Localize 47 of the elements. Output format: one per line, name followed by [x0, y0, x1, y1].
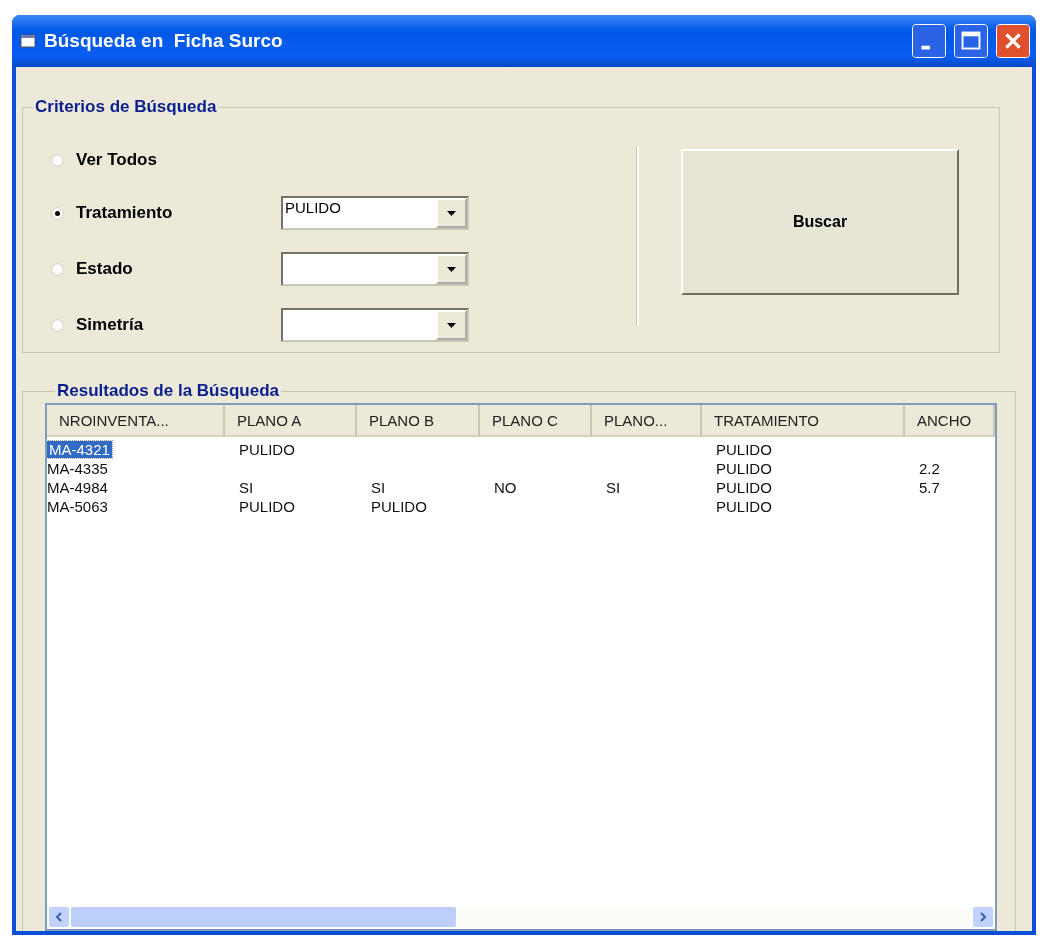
table-cell: NO [494, 479, 517, 496]
option-label: Estado [76, 259, 133, 279]
table-cell[interactable]: MA-4335 [47, 460, 108, 477]
table-cell[interactable]: MA-5063 [47, 498, 108, 515]
option-label: Tratamiento [76, 203, 173, 223]
table-cell: SI [606, 479, 621, 496]
table-cell: PULIDO [239, 498, 295, 515]
column-header[interactable]: NROINVENTA... [47, 405, 225, 437]
option-label: Simetría [76, 315, 144, 335]
table-cell: PULIDO [716, 441, 772, 458]
table-cell: SI [371, 479, 386, 496]
scroll-right-icon[interactable] [973, 907, 993, 927]
scrollbar-thumb[interactable] [71, 907, 456, 927]
column-header[interactable]: TRATAMIENTO [702, 405, 905, 437]
dropdown-field[interactable] [281, 252, 469, 286]
table-cell: PULIDO [716, 479, 772, 496]
minimize-button[interactable] [912, 24, 946, 58]
column-header[interactable]: PLANO... [592, 405, 702, 437]
dropdown-field[interactable]: PULIDO [281, 196, 469, 230]
table-cell: 5.7 [919, 479, 940, 496]
radio-button[interactable] [51, 153, 64, 167]
column-header[interactable]: PLANO C [480, 405, 592, 437]
group-title: Resultados de la Búsqueda [56, 381, 280, 401]
column-header[interactable]: PLANO B [357, 405, 480, 437]
group-title: Criterios de Búsqueda [34, 97, 218, 117]
close-button[interactable] [996, 24, 1030, 58]
table-cell: PULIDO [371, 498, 427, 515]
table-cell: SI [239, 479, 254, 496]
window-title: Búsqueda en Ficha Surco [44, 30, 284, 52]
option-label: Ver Todos [76, 150, 157, 170]
column-header[interactable]: ANCHO [905, 405, 995, 437]
table-cell: PULIDO [239, 441, 295, 458]
search-button[interactable]: Buscar [681, 149, 959, 295]
column-header[interactable]: PLANO A [225, 405, 357, 437]
horizontal-scrollbar[interactable] [47, 907, 995, 929]
radio-button[interactable] [51, 318, 64, 332]
maximize-button[interactable] [954, 24, 988, 58]
radio-button[interactable] [51, 262, 64, 276]
table-cell: 2.2 [919, 460, 940, 477]
table-cell[interactable]: MA-4321 [47, 441, 112, 458]
scroll-left-icon[interactable] [49, 907, 69, 927]
dropdown-field[interactable] [281, 308, 469, 342]
window-icon [20, 34, 36, 48]
table-cell: PULIDO [716, 498, 772, 515]
table-cell: PULIDO [716, 460, 772, 477]
radio-button[interactable] [51, 206, 64, 220]
table-cell[interactable]: MA-4984 [47, 479, 108, 496]
